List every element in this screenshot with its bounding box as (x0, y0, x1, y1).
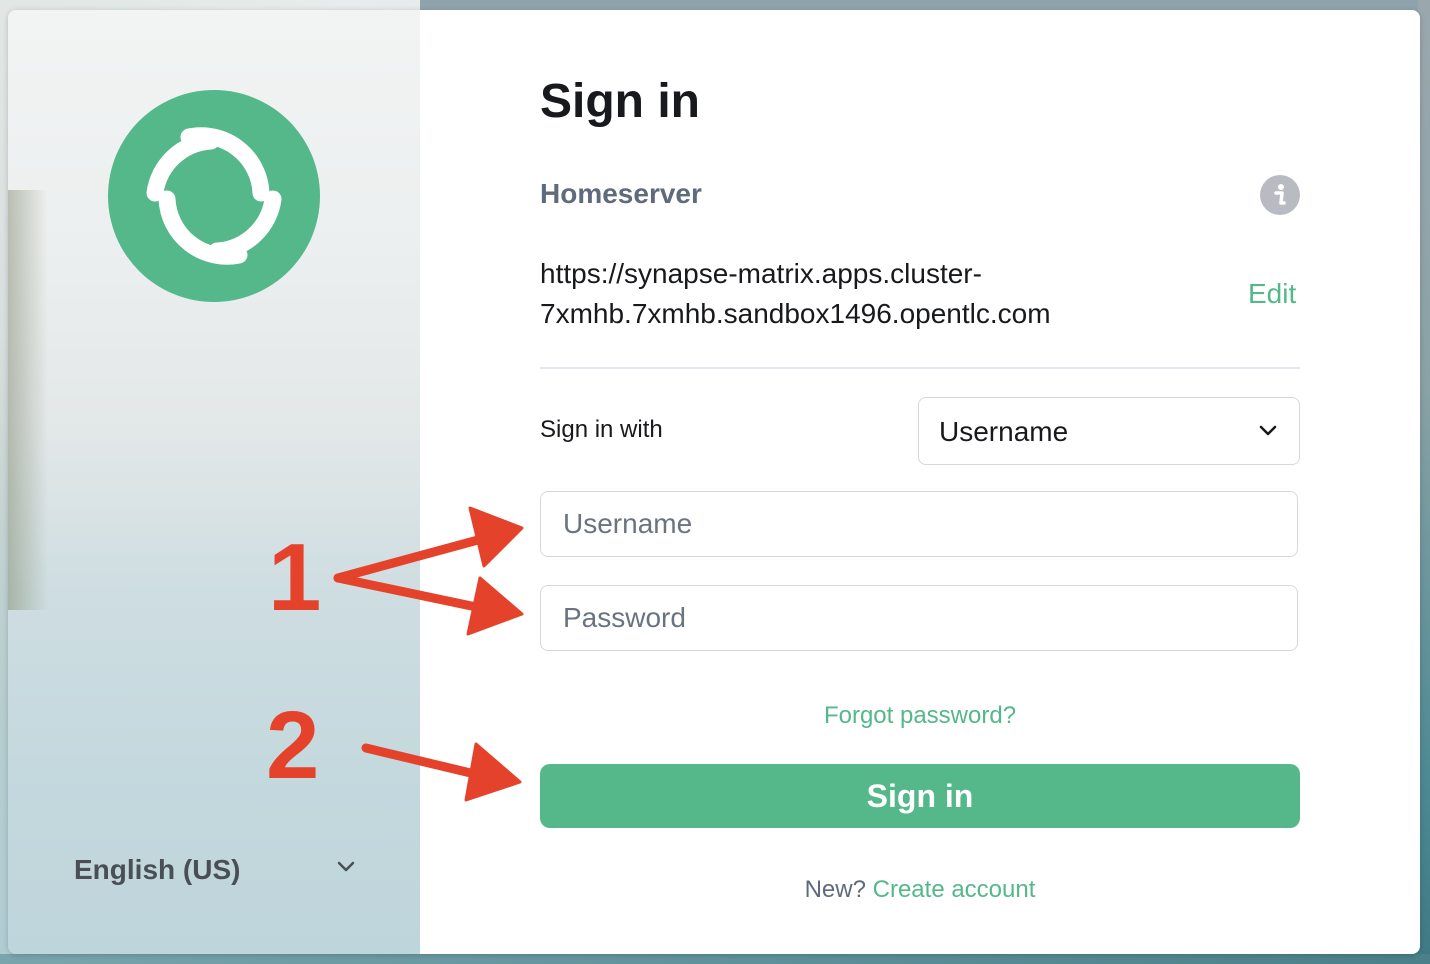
chevron-down-icon (336, 860, 356, 879)
login-window: English (US) Sign in Homeserver https://… (8, 10, 1420, 954)
annotation-step-1: 1 (268, 524, 322, 631)
info-icon[interactable] (1260, 175, 1300, 215)
homeserver-url-line2: 7xmhb.7xmhb.sandbox1496.opentlc.com (540, 298, 1051, 329)
language-selector[interactable]: English (US) (74, 848, 364, 892)
sign-in-button[interactable]: Sign in (540, 764, 1300, 828)
edit-homeserver-link[interactable]: Edit (1248, 278, 1296, 310)
page-title: Sign in (540, 75, 700, 128)
homeserver-url-line1: https://synapse-matrix.apps.cluster- (540, 258, 982, 289)
homeserver-url: https://synapse-matrix.apps.cluster- 7xm… (540, 254, 1120, 334)
new-prompt-text: New? (804, 876, 866, 903)
create-account-link[interactable]: Create account (873, 876, 1036, 903)
annotation-step-2: 2 (266, 692, 320, 799)
background-hill (8, 190, 48, 610)
password-input[interactable] (540, 585, 1298, 651)
forgot-password-link[interactable]: Forgot password? (420, 702, 1420, 730)
username-input[interactable] (540, 491, 1298, 557)
login-form-panel: Sign in Homeserver https://synapse-matri… (420, 10, 1420, 954)
language-label: English (US) (74, 854, 241, 885)
element-logo-icon (108, 90, 320, 302)
new-account-prompt: New? Create account (420, 876, 1420, 904)
login-method-dropdown[interactable]: Username (918, 397, 1300, 465)
homeserver-label: Homeserver (540, 178, 702, 209)
login-method-value: Username (939, 416, 1069, 447)
chevron-down-icon (1257, 422, 1279, 443)
background-bottom (0, 954, 1430, 964)
divider (540, 367, 1300, 369)
sign-in-with-label: Sign in with (540, 416, 663, 443)
branding-panel: English (US) (8, 10, 420, 954)
